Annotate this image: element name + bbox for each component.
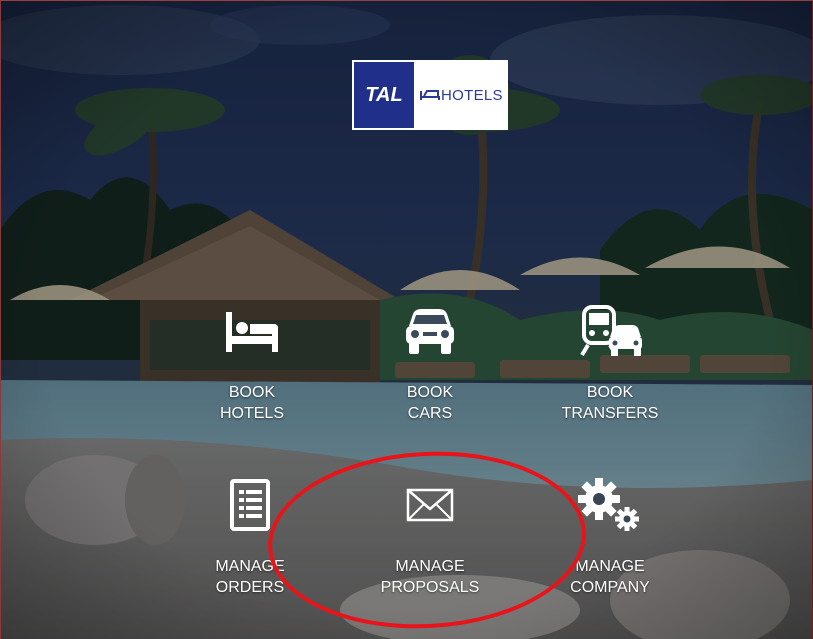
document-list-icon <box>230 479 270 531</box>
car-icon <box>406 309 454 354</box>
book-transfers-button[interactable]: BOOK TRANSFERS <box>545 296 675 436</box>
logo-hotels-block: HOTELS <box>414 62 506 128</box>
manage-orders-line2: ORDERS <box>215 579 285 596</box>
manage-orders-button[interactable]: MANAGE ORDERS <box>185 470 315 610</box>
manage-proposals-button[interactable]: MANAGE PROPOSALS <box>365 470 495 610</box>
manage-company-line1: MANAGE <box>575 558 645 575</box>
manage-company-button[interactable]: MANAGE COMPANY <box>545 470 675 610</box>
book-cars-line1: BOOK <box>406 384 454 401</box>
manage-proposals-line1: MANAGE <box>395 558 465 575</box>
book-cars-button[interactable]: BOOK CARS <box>365 296 495 436</box>
manage-orders-line1: MANAGE <box>215 558 285 575</box>
book-transfers-line2: TRANSFERS <box>561 405 659 422</box>
app-frame: TAL HOTELS BOOK HOTELS BOOK CARS BOOK TR… <box>0 0 813 639</box>
book-hotels-line1: BOOK <box>228 384 276 401</box>
bed-icon <box>226 312 278 352</box>
tal-hotels-logo[interactable]: TAL HOTELS <box>352 60 508 130</box>
manage-company-line2: COMPANY <box>570 579 650 596</box>
book-cars-line2: CARS <box>407 405 453 422</box>
train-car-icon <box>580 305 642 357</box>
gears-icon <box>578 478 639 531</box>
envelope-icon <box>406 488 454 522</box>
book-hotels-button[interactable]: BOOK HOTELS <box>187 296 317 436</box>
logo-hotels-text: HOTELS <box>441 86 503 104</box>
book-hotels-line2: HOTELS <box>219 405 284 422</box>
manage-proposals-line2: PROPOSALS <box>380 579 480 596</box>
logo-tal-text: TAL <box>354 62 414 128</box>
bed-mark-icon <box>420 90 440 100</box>
book-transfers-line1: BOOK <box>586 384 634 401</box>
